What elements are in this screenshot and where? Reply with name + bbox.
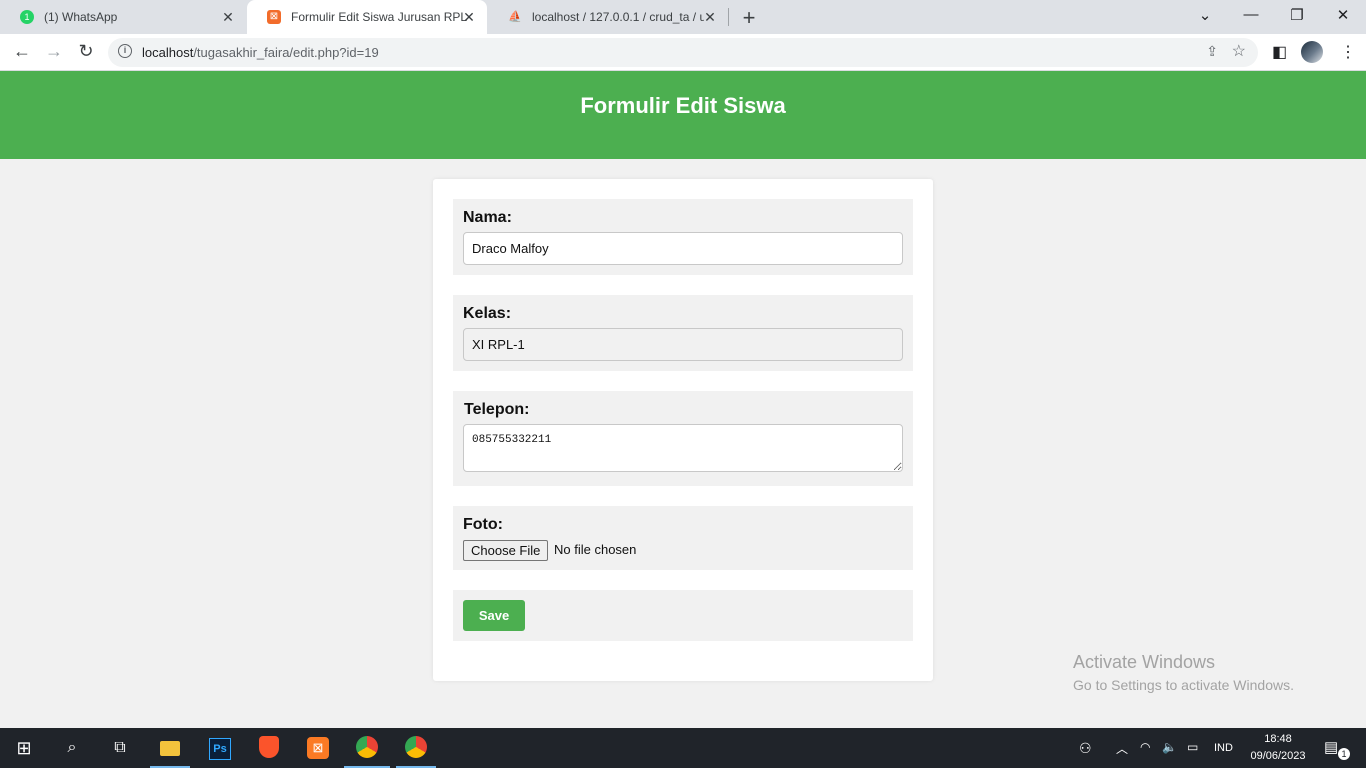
tab-formulir-edit-siswa[interactable]: ⊠ Formulir Edit Siswa Jurusan RPL ✕ xyxy=(247,0,487,34)
windows-start-icon[interactable]: ⊞ xyxy=(12,736,36,760)
page-content: Formulir Edit Siswa Nama: Kelas: Telepon… xyxy=(0,71,1366,728)
url-host: localhost xyxy=(142,45,194,60)
choose-file-button[interactable]: Choose File xyxy=(463,540,549,561)
tab-search-chevron-icon[interactable]: ⌄ xyxy=(1193,6,1217,24)
language-indicator[interactable]: IND xyxy=(1214,742,1233,754)
chrome-icon[interactable] xyxy=(355,736,379,760)
menu-kebab-icon[interactable]: ⋮ xyxy=(1340,42,1356,62)
system-clock[interactable]: 18:48 09/06/2023 xyxy=(1248,731,1308,765)
tab-title: (1) WhatsApp xyxy=(44,10,118,24)
battery-icon[interactable]: ▭ xyxy=(1187,740,1198,754)
save-button[interactable]: Save xyxy=(463,600,525,631)
phpmyadmin-favicon-icon: ⛵ xyxy=(508,11,522,23)
kelas-input[interactable] xyxy=(463,328,903,361)
nama-label: Nama: xyxy=(463,209,512,226)
tab-phpmyadmin[interactable]: ⛵ localhost / 127.0.0.1 / crud_ta / u ✕ xyxy=(488,0,728,34)
reload-icon[interactable]: ↻ xyxy=(74,41,98,62)
back-arrow-icon[interactable]: ← xyxy=(10,41,34,62)
telepon-textarea[interactable]: 085755332211 xyxy=(463,424,903,472)
watermark-subtitle: Go to Settings to activate Windows. xyxy=(1073,677,1294,693)
xampp-icon[interactable]: ⊠ xyxy=(306,736,330,760)
brave-browser-icon[interactable] xyxy=(257,736,281,760)
file-status-text: No file chosen xyxy=(554,542,637,557)
address-bar[interactable]: i localhost/tugasakhir_faira/edit.php?id… xyxy=(108,38,1258,67)
nama-input[interactable] xyxy=(463,232,903,265)
clock-time: 18:48 xyxy=(1264,733,1292,745)
telepon-form-group: Telepon: 085755332211 xyxy=(453,391,913,486)
browser-tab-strip: 1 (1) WhatsApp ✕ ⊠ Formulir Edit Siswa J… xyxy=(0,0,1366,34)
wifi-icon[interactable]: ◠ xyxy=(1140,740,1150,754)
foto-form-group: Foto: Choose File No file chosen xyxy=(453,506,913,570)
url-text[interactable]: localhost/tugasakhir_faira/edit.php?id=1… xyxy=(142,45,379,60)
restore-icon[interactable]: ❐ xyxy=(1285,6,1309,24)
chrome-profile-icon[interactable] xyxy=(404,736,428,760)
task-view-icon[interactable]: ⧉ xyxy=(108,736,132,760)
minimize-icon[interactable]: — xyxy=(1239,6,1263,23)
clock-date: 09/06/2023 xyxy=(1250,750,1306,762)
site-info-icon[interactable]: i xyxy=(118,44,132,58)
kelas-form-group: Kelas: xyxy=(453,295,913,371)
bookmark-star-icon[interactable]: ☆ xyxy=(1232,41,1246,61)
activate-windows-watermark: Activate Windows Go to Settings to activ… xyxy=(1073,652,1294,693)
windows-taskbar: ⊞ ⌕ ⧉ Ps ⊠ ⚇ ︿ ◠ 🔈 ▭ IND 18:48 09/06/202… xyxy=(0,728,1366,768)
close-window-icon[interactable]: ✕ xyxy=(1331,6,1355,24)
watermark-title: Activate Windows xyxy=(1073,652,1216,672)
tab-title: Formulir Edit Siswa Jurusan RPL xyxy=(291,10,468,24)
kelas-label: Kelas: xyxy=(463,305,512,322)
close-tab-icon[interactable]: ✕ xyxy=(702,9,718,26)
file-explorer-icon[interactable] xyxy=(158,736,182,760)
telepon-label: Telepon: xyxy=(464,401,530,418)
page-header: Formulir Edit Siswa xyxy=(0,71,1366,159)
whatsapp-favicon-icon: 1 xyxy=(20,10,34,24)
side-panel-icon[interactable]: ◧ xyxy=(1272,42,1287,62)
xampp-favicon-icon: ⊠ xyxy=(267,10,281,24)
foto-label: Foto: xyxy=(463,516,503,533)
notification-center-icon[interactable]: ▤ xyxy=(1324,738,1338,756)
people-icon[interactable]: ⚇ xyxy=(1079,740,1092,757)
save-form-group: Save xyxy=(453,590,913,641)
profile-avatar[interactable] xyxy=(1301,41,1323,63)
close-tab-icon[interactable]: ✕ xyxy=(461,9,477,26)
browser-toolbar: ← → ↻ i localhost/tugasakhir_faira/edit.… xyxy=(0,34,1366,71)
share-icon[interactable]: ⇪ xyxy=(1206,43,1218,60)
search-icon[interactable]: ⌕ xyxy=(60,736,84,760)
show-hidden-icons-chevron-icon[interactable]: ︿ xyxy=(1116,740,1128,757)
new-tab-icon[interactable]: + xyxy=(737,5,761,31)
edit-form-card: Nama: Kelas: Telepon: 085755332211 Foto:… xyxy=(433,179,933,681)
forward-arrow-icon[interactable]: → xyxy=(42,41,66,62)
nama-form-group: Nama: xyxy=(453,199,913,275)
notification-count-badge: 1 xyxy=(1338,748,1350,760)
close-tab-icon[interactable]: ✕ xyxy=(220,9,236,26)
url-path: /tugasakhir_faira/edit.php?id=19 xyxy=(193,45,379,60)
tab-divider xyxy=(728,8,729,26)
photoshop-icon[interactable]: Ps xyxy=(208,736,232,760)
page-title: Formulir Edit Siswa xyxy=(580,93,786,118)
tab-title: localhost / 127.0.0.1 / crud_ta / u xyxy=(532,10,704,24)
volume-icon[interactable]: 🔈 xyxy=(1162,740,1177,754)
tab-whatsapp[interactable]: 1 (1) WhatsApp ✕ xyxy=(0,0,246,34)
